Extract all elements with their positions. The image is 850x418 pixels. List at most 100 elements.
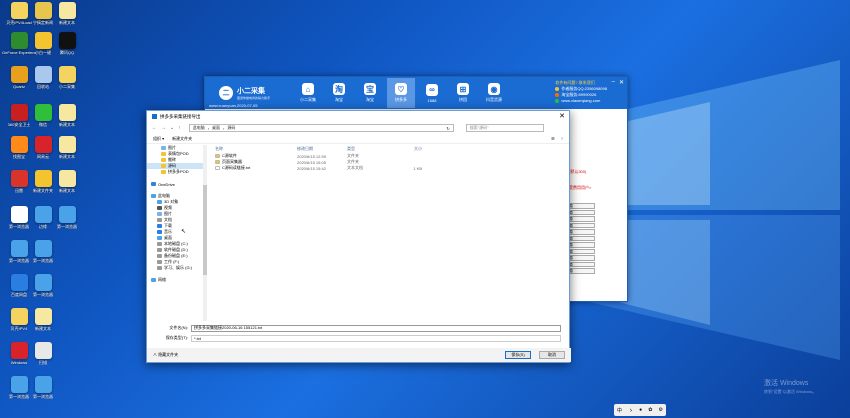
hide-folders-toggle[interactable]: ∧ 隐藏文件夹 <box>153 352 178 358</box>
desktop-icon-label: Quartz <box>12 84 25 89</box>
desktop-app-icon <box>10 308 28 325</box>
desktop-icon[interactable]: 新建文本 <box>50 136 84 159</box>
ime-icon[interactable]: ✿ <box>648 407 652 413</box>
view-options-icon[interactable]: ☰ <box>551 136 555 141</box>
column-date[interactable]: 修改日期 <box>297 146 347 152</box>
desktop-icon-label: Windows <box>10 360 28 365</box>
ime-icon[interactable]: 中 <box>617 407 622 414</box>
nav-label: 小二采集 <box>300 97 316 102</box>
desktop-icon[interactable]: 第一浏览器 <box>26 274 60 297</box>
chevron-down-icon[interactable]: ⌄ <box>170 125 174 131</box>
minimize-icon[interactable]: – <box>612 79 615 86</box>
text-file-icon <box>215 166 220 170</box>
desktop-icon[interactable]: 新建文本 <box>50 104 84 127</box>
address-bar[interactable]: 此电脑 › 桌面 › 源码 ↻ <box>188 124 454 132</box>
navigation-pane: 图片 表情包POD 搬砖 源码 拼多多POD OneDrive 此电脑 3D 对象 视频 图片 文档… <box>147 145 203 321</box>
desktop-icon[interactable]: 第一浏览器 <box>26 376 60 399</box>
search-input[interactable]: 搜索"源码" <box>465 124 544 132</box>
desktop-icon-label: 腾讯QQ <box>59 50 75 55</box>
quantity-hint: (默认300) <box>569 169 587 174</box>
nav-button[interactable]: 淘淘宝 <box>325 78 353 108</box>
file-date: 2020/6/15 12:59 <box>297 153 326 159</box>
ime-icon[interactable]: ⚙ <box>658 407 662 413</box>
new-folder-button[interactable]: 新建文件夹 <box>172 136 192 142</box>
desktop-app-icon <box>10 240 28 257</box>
nav-button[interactable]: 宝淘宝 <box>356 78 384 108</box>
nav-button[interactable]: ⊞ 拼团 <box>449 78 477 108</box>
folder-icon <box>151 188 156 192</box>
desktop-app-icon <box>34 66 52 83</box>
file-date: 2020/6/15 15:05 <box>297 159 326 165</box>
ime-toolbar[interactable]: 中ゝ ● ✿ ⚙ <box>614 404 666 416</box>
taobao-icon <box>555 93 560 97</box>
desktop-icon[interactable]: 扫描 <box>26 342 60 365</box>
sidebar-item[interactable]: 网络 <box>147 277 203 283</box>
dialog-footer: ∧ 隐藏文件夹 保存(S) 取消 <box>147 348 571 362</box>
desktop-icon[interactable]: 新建文本 <box>26 308 60 331</box>
nav-label: 拼多多 <box>395 97 407 102</box>
column-name[interactable]: 名称 <box>209 146 297 152</box>
close-icon[interactable]: ✕ <box>619 79 624 86</box>
desktop-icon-label: 回收站 <box>37 84 49 89</box>
desktop-icon-label: 第一浏览器 <box>57 224 77 229</box>
refresh-icon[interactable]: ↻ <box>446 126 452 131</box>
filetype-select[interactable]: *.txt <box>191 334 561 342</box>
save-as-dialog: 拼多多采集链接导出 ✕ ← → ⌄ ↑ 此电脑 › 桌面 › 源码 ↻ 搜索"源码"… <box>146 110 571 363</box>
file-size: 1 KB <box>413 165 422 171</box>
close-icon[interactable]: ✕ <box>559 112 565 120</box>
nav-label: 拼团 <box>459 97 467 102</box>
file-list: 名称 修改日期 类型 大小 C源软件 2020/6/15 12:59 文件夹 页面采集… <box>209 145 565 321</box>
ime-icon[interactable]: ● <box>639 407 642 413</box>
ime-icon[interactable]: ゝ <box>628 407 633 414</box>
nav-button[interactable]: ∞ 1688 <box>418 78 446 108</box>
nav-scroll-thumb[interactable] <box>203 185 207 275</box>
desktop-icon[interactable]: 新建文本 <box>50 170 84 193</box>
folder-icon <box>151 278 156 282</box>
nav-button[interactable]: ⌂ 小二采集 <box>294 78 322 108</box>
nav-label: 淘宝 <box>366 97 374 102</box>
app-version: www.xuanyuan,2020-07-05 <box>209 103 258 108</box>
desktop-icon[interactable]: 第一浏览器 <box>26 240 60 263</box>
app-contact: 软件有问题? 联系我们 作者服务QQ:2356098098 淘宝服务:89990… <box>555 80 607 104</box>
desktop-app-icon <box>10 104 28 121</box>
sidebar-item-label: 学习、娱乐 (G:) <box>164 265 192 270</box>
nav-button[interactable]: ♡ 拼多多 <box>387 78 415 108</box>
breadcrumb-2[interactable]: 源码 <box>227 125 235 131</box>
nav-scrollbar[interactable] <box>203 145 207 321</box>
desktop-icon[interactable]: 小二采集 <box>50 66 84 89</box>
forward-icon[interactable]: → <box>161 125 166 131</box>
folder-icon <box>161 158 166 162</box>
up-icon[interactable]: ↑ <box>178 125 181 131</box>
breadcrumb-0[interactable]: 此电脑 <box>193 125 205 131</box>
folder-icon <box>215 154 220 158</box>
column-size[interactable]: 大小 <box>392 146 422 152</box>
filetype-label: 保存类型(T): <box>165 335 188 340</box>
watermark-title: 激活 Windows <box>764 380 809 387</box>
file-row[interactable]: C源码读链接.txt 2020/6/15 15:42 文本文档 1 KB <box>209 165 565 171</box>
organize-menu[interactable]: 组织 ▾ <box>153 136 164 142</box>
breadcrumb-1[interactable]: 桌面 <box>212 125 220 131</box>
web-icon <box>555 99 560 103</box>
nav-icon: 宝 <box>364 83 376 95</box>
back-icon[interactable]: ← <box>152 125 157 131</box>
desktop-icon[interactable]: 腾讯QQ <box>50 32 84 55</box>
save-button[interactable]: 保存(S) <box>505 351 531 359</box>
column-headers: 名称 修改日期 类型 大小 <box>209 145 565 153</box>
nav-button[interactable]: ◉ 抖音货源 <box>480 78 508 108</box>
desktop-icon[interactable]: 第一浏览器 <box>50 206 84 229</box>
help-icon[interactable]: ? <box>561 136 563 141</box>
column-type[interactable]: 类型 <box>347 146 392 152</box>
file-date: 2020/6/15 15:42 <box>297 165 326 171</box>
folder-icon <box>157 242 162 246</box>
folder-icon <box>161 146 166 150</box>
filename-field[interactable]: 拼多多采集链接2020-06-16 155121.txt <box>191 324 561 332</box>
cancel-button[interactable]: 取消 <box>539 351 565 359</box>
folder-icon <box>161 170 166 174</box>
desktop-icon-label: 第一浏览器 <box>33 394 53 399</box>
desktop-icon[interactable]: 新建文本 <box>50 2 84 25</box>
desktop-app-icon <box>58 104 76 121</box>
app-logo: 二 小二采集 图通你做电商的得力助手 <box>219 86 294 100</box>
desktop-icon-label: 新建文本 <box>59 20 75 25</box>
nav-label: 淘宝 <box>335 97 343 102</box>
desktop-icon-label: 边缘 <box>39 224 47 229</box>
